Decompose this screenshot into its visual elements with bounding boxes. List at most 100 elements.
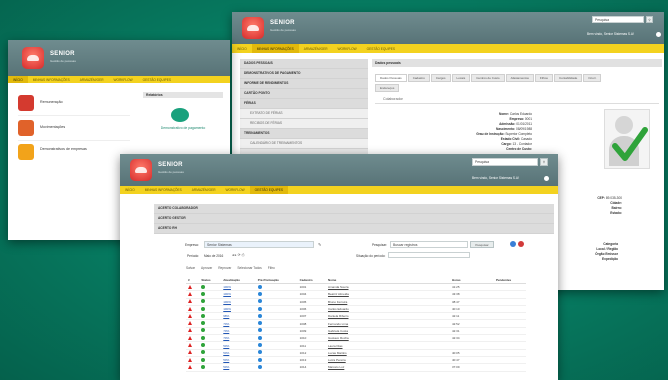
row-name[interactable]: Daniela Ribeiro (325, 312, 450, 321)
table-row[interactable]: 70% 1010 Gustavo Rocha 42:34 (186, 334, 526, 343)
globe-icon[interactable] (510, 241, 516, 247)
remuneracao-icon (18, 95, 34, 111)
nav-minhas-informacoes[interactable]: MINHAS INFORMAÇÕES (140, 188, 187, 192)
sidebar-item-recibos-ferias[interactable]: RECIBOS DE FÉRIAS (240, 119, 368, 129)
sidebar-item-treinamentos[interactable]: TREINAMENTOS (240, 129, 368, 139)
search-input[interactable]: Pesquisa (592, 16, 644, 23)
sidebar-item-extrato-ferias[interactable]: EXTRATO DE FÉRIAS (240, 109, 368, 119)
table-row[interactable]: 50% 1014 Marcelo Luz 37:09 (186, 363, 526, 372)
section-acerto-rh[interactable]: ACERTO RH (154, 224, 554, 234)
table-row[interactable]: 100% 1004 Beatriz Almeida 43:38 (186, 290, 526, 299)
tab-filhos[interactable]: Filhos (534, 74, 553, 82)
reject-action[interactable]: Reprovar (218, 266, 231, 270)
company-select[interactable]: Senior Sistemas (204, 241, 314, 248)
table-row[interactable]: 50% 1012 Lucas Martins 40:05 (186, 349, 526, 357)
sidebar-item-cartao-ponto[interactable]: CARTÃO PONTO (240, 89, 368, 99)
sidebar-item-demonstrativos[interactable]: DEMONSTRATIVOS DE PAGAMENTO (240, 69, 368, 79)
table-row[interactable]: 100% 1005 Bruno Ferreira 38:47 (186, 298, 526, 306)
row-name[interactable]: Luiza Pereira (325, 356, 450, 365)
home-item[interactable]: Demonstrativos de empresas (18, 144, 130, 166)
period-nav-icons[interactable]: ◂ ▸ ⟳ ⎙ (232, 253, 245, 257)
nav-armazem[interactable]: ARMAZÉM/GER (187, 188, 221, 192)
tab-dados-pessoais[interactable]: Dados Pessoais (375, 74, 407, 82)
nav-minhas-informacoes[interactable]: MINHAS INFORMAÇÕES (251, 44, 299, 53)
sidebar-item-dados-pessoais[interactable]: DADOS PESSOAIS (240, 59, 368, 69)
approve-action[interactable]: Aprovar (201, 266, 212, 270)
reports-panel-caption[interactable]: Demonstrativo de pagamento (145, 126, 221, 130)
row-name[interactable]: Bruno Ferreira (325, 298, 450, 306)
sidebar-item-ferias[interactable]: FÉRIAS (240, 99, 368, 109)
nav-workflow[interactable]: WORKFLOW (333, 47, 362, 51)
filter-label: Empresa: (185, 243, 199, 247)
row-pending (493, 356, 526, 365)
row-pending (493, 312, 526, 321)
row-name[interactable]: Amanda Souza (325, 283, 450, 292)
home-item[interactable]: Movimentações (18, 120, 130, 141)
situation-select[interactable] (388, 252, 470, 258)
nav-gestao[interactable]: GESTÃO EQUIPES (249, 186, 288, 194)
table-row[interactable]: 100% 1006 Carlos Eduardo 40:10 (186, 305, 526, 314)
document-icon[interactable] (171, 108, 189, 122)
tab-enderecos[interactable]: Endereços (375, 84, 400, 92)
table-row[interactable]: 50% 1013 Luiza Pereira 40:47 (186, 356, 526, 365)
row-name[interactable]: Fernando Lima (325, 319, 450, 328)
power-icon[interactable] (544, 176, 549, 181)
nav-armazem[interactable]: ARMAZÉM/GER (75, 78, 109, 82)
power-icon[interactable] (656, 32, 661, 37)
table-row[interactable]: 70% 1009 Gabriela Costa 42:31 (186, 327, 526, 336)
check-mark-icon (612, 127, 648, 161)
sidebar-item-calendario[interactable]: CALENDÁRIO DE TREINAMENTOS (240, 139, 368, 149)
search-label: Pesquisar: (372, 243, 388, 247)
status-icon (199, 305, 222, 314)
tab-ocorrencias[interactable]: Ocorr. (583, 74, 602, 82)
sidebar-item-informe[interactable]: INFORME DE RENDIMENTOS (240, 79, 368, 89)
filter-action[interactable]: Filtro (268, 266, 275, 270)
select-all-action[interactable]: Selecionar Todos (237, 266, 261, 270)
tab-centros-custo[interactable]: Centros de Custo (471, 74, 505, 82)
alert-icon[interactable] (518, 241, 524, 247)
nav-gestao[interactable]: GESTÃO EQUIPES (362, 47, 400, 51)
row-name[interactable]: Beatriz Almeida (325, 290, 450, 299)
nav-inicio[interactable]: INÍCIO (232, 47, 252, 51)
search-button[interactable]: ⚲ (540, 158, 548, 166)
tab-cadastro[interactable]: Cadastro (407, 74, 430, 82)
senior-logo (242, 17, 264, 39)
row-name[interactable]: Carlos Eduardo (325, 305, 450, 314)
nav-inicio[interactable]: INÍCIO (8, 76, 28, 83)
tab-cargos[interactable]: Cargos (430, 74, 451, 82)
tab-afastamentos[interactable]: Afastamentos (505, 74, 534, 82)
search-input[interactable]: Pesquisa (472, 158, 538, 166)
nav-workflow[interactable]: WORKFLOW (221, 188, 250, 192)
nav-workflow[interactable]: WORKFLOW (109, 78, 138, 82)
search-button[interactable]: ⚲ (646, 16, 653, 23)
tab-contabilidade[interactable]: Contabilidade (553, 74, 583, 82)
table-row[interactable]: 100% 1001 Amanda Souza 41:25 (186, 283, 526, 292)
field-row: Nome: Carlos Eduardo (499, 112, 532, 116)
section-title: Colaborador (383, 97, 403, 101)
row-name[interactable]: Gustavo Rocha (325, 334, 450, 343)
row-name[interactable]: Marcelo Luz (325, 363, 450, 372)
nav-gestao[interactable]: GESTÃO EQUIPES (138, 78, 176, 82)
brand-name: SENIOR (158, 162, 183, 168)
row-name[interactable]: Lucas Martins (325, 349, 450, 357)
records-search-input[interactable]: Buscar registros (390, 241, 468, 248)
table-row[interactable]: 70% 1008 Fernando Lima 42:52 (186, 319, 526, 328)
nav-inicio[interactable]: INÍCIO (120, 188, 140, 192)
nav-minhas-informacoes[interactable]: MINHAS INFORMAÇÕES (28, 78, 75, 82)
records-search-button[interactable]: Pesquisar (470, 241, 494, 248)
field-row: Estado: (610, 211, 622, 215)
nav-armazem[interactable]: ARMAZÉM/GER (299, 47, 333, 51)
status-icon (199, 283, 222, 292)
row-name[interactable]: Laura Dias (325, 341, 450, 350)
movimentacoes-icon (18, 120, 34, 136)
table-row[interactable]: 98% 1007 Daniela Ribeiro 42:11 (186, 312, 526, 321)
edit-icon[interactable]: ✎ (318, 242, 321, 247)
tab-locais[interactable]: Locais (451, 74, 471, 82)
save-action[interactable]: Salvar (186, 266, 195, 270)
home-item[interactable]: Remuneração (18, 95, 130, 116)
section-acerto-colaborador[interactable]: ACERTO COLABORADOR (154, 204, 554, 214)
row-name[interactable]: Gabriela Costa (325, 327, 450, 336)
row-alert-icon (186, 334, 200, 343)
table-row[interactable]: 50% 1011 Laura Dias (186, 341, 526, 350)
section-acerto-gestor[interactable]: ACERTO GESTOR (154, 214, 554, 224)
